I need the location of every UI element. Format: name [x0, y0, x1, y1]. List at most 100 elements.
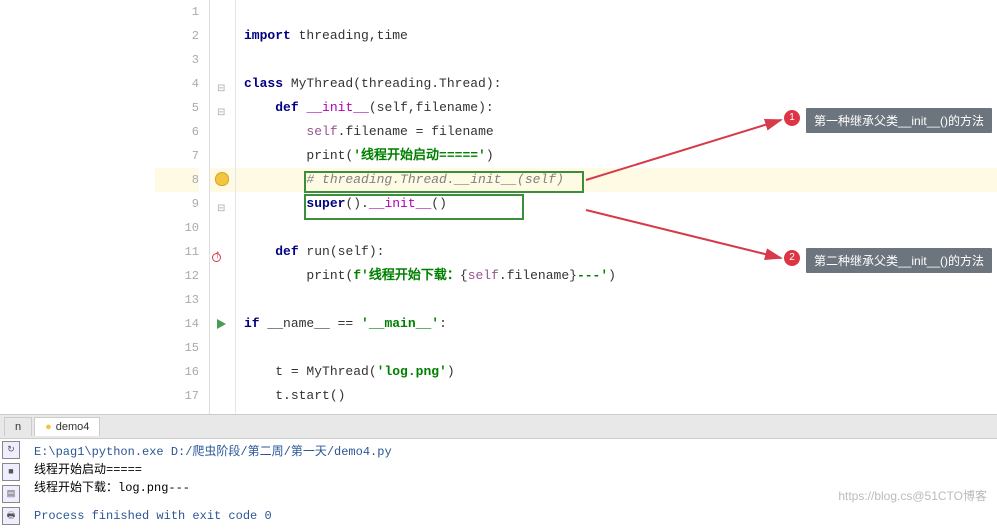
code-line[interactable]: t.start() — [236, 384, 997, 408]
gutter-slot — [210, 336, 235, 360]
callout-2: 2 第二种继承父类__init__()的方法 — [806, 248, 992, 273]
console-command: E:\pag1\python.exe D:/爬虫阶段/第二周/第一天/demo4… — [34, 443, 989, 461]
line-number: 10 — [155, 216, 199, 240]
tab-n[interactable]: n — [4, 417, 32, 436]
tab-label: demo4 — [56, 421, 90, 433]
gutter-slot[interactable]: ⊟ — [210, 192, 235, 216]
line-number: 8 — [155, 168, 199, 192]
layout-icon[interactable]: ▤ — [2, 485, 20, 503]
gutter-slot[interactable] — [210, 240, 235, 264]
callout-text: 第二种继承父类__init__()的方法 — [814, 254, 984, 268]
fstring-prefix: f' — [353, 268, 369, 283]
code-text: t = MyThread( — [275, 364, 376, 379]
line-number: 12 — [155, 264, 199, 288]
keyword: import — [244, 28, 291, 43]
console-output[interactable]: E:\pag1\python.exe D:/爬虫阶段/第二周/第一天/demo4… — [26, 439, 997, 529]
keyword: class — [244, 76, 283, 91]
editor-pane: 1 2 3 4 5 6 7 8 9 10 11 12 13 14 15 16 1… — [0, 0, 997, 415]
code-area[interactable]: import threading,time class MyThread(thr… — [236, 0, 997, 414]
line-number-gutter: 1 2 3 4 5 6 7 8 9 10 11 12 13 14 15 16 1… — [155, 0, 210, 414]
code-line[interactable] — [236, 216, 997, 240]
gutter-slot — [210, 144, 235, 168]
builtin: print — [306, 268, 345, 283]
line-number: 2 — [155, 24, 199, 48]
code-text: t.start() — [275, 388, 345, 403]
code-line[interactable]: class MyThread(threading.Thread): — [236, 72, 997, 96]
code-text: threading,time — [291, 28, 408, 43]
line-number: 9 — [155, 192, 199, 216]
callout-badge-2: 2 — [784, 250, 800, 266]
line-number: 1 — [155, 0, 199, 24]
string: ---' — [577, 268, 608, 283]
string: 'log.png' — [377, 364, 447, 379]
line-number: 3 — [155, 48, 199, 72]
dunder: __init__ — [306, 100, 368, 115]
line-number: 4 — [155, 72, 199, 96]
gutter-slot[interactable] — [210, 312, 235, 336]
code-line[interactable]: super().__init__() — [236, 192, 997, 216]
gutter-icons: ⊟ ⊟ ⊟ — [210, 0, 236, 414]
attr: .filename — [499, 268, 569, 283]
gutter-slot — [210, 360, 235, 384]
watermark: https://blog.cs@51CTO博客 — [838, 487, 987, 504]
gutter-slot — [210, 0, 235, 24]
code-line[interactable] — [236, 0, 997, 24]
line-number: 7 — [155, 144, 199, 168]
line-number: 16 — [155, 360, 199, 384]
gutter-slot — [210, 48, 235, 72]
code-text: .filename = filename — [338, 124, 494, 139]
code-line[interactable] — [236, 288, 997, 312]
op: == — [338, 316, 354, 331]
code-text: ) — [447, 364, 455, 379]
override-icon[interactable] — [214, 243, 224, 259]
keyword: if — [244, 316, 260, 331]
code-text: (self): — [330, 244, 385, 259]
code-line-active[interactable]: # threading.Thread.__init__(self) — [236, 168, 997, 192]
line-number: 15 — [155, 336, 199, 360]
line-number: 6 — [155, 120, 199, 144]
gutter-slot — [210, 24, 235, 48]
line-number: 17 — [155, 384, 199, 408]
code-line[interactable]: print('线程开始启动=====') — [236, 144, 997, 168]
builtin: print — [306, 148, 345, 163]
line-number: 11 — [155, 240, 199, 264]
run-icon[interactable] — [217, 319, 226, 329]
gutter-slot — [210, 120, 235, 144]
stop-icon[interactable]: ■ — [2, 463, 20, 481]
builtin: super — [306, 196, 345, 211]
code-line[interactable]: t = MyThread('log.png') — [236, 360, 997, 384]
keyword: def — [275, 100, 298, 115]
tab-demo4[interactable]: ● demo4 — [34, 417, 100, 436]
code-text: run — [299, 244, 330, 259]
rerun-icon[interactable]: ↻ — [2, 441, 20, 459]
gutter-slot[interactable]: ⊟ — [210, 72, 235, 96]
gutter-slot — [210, 216, 235, 240]
self-kw: self — [306, 124, 337, 139]
comment: # threading.Thread.__init__(self) — [306, 172, 563, 187]
colon: : — [439, 316, 447, 331]
string: '线程开始启动=====' — [353, 148, 486, 163]
callout-1: 1 第一种继承父类__init__()的方法 — [806, 108, 992, 133]
gutter-slot — [210, 384, 235, 408]
code-text: __name__ — [260, 316, 338, 331]
code-line[interactable]: import threading,time — [236, 24, 997, 48]
python-icon: ● — [45, 421, 52, 433]
gutter-slot[interactable]: ⊟ — [210, 96, 235, 120]
string: '__main__' — [353, 316, 439, 331]
console-toolbar: ↻ ■ ▤ 🖶 — [0, 439, 24, 527]
line-number: 5 — [155, 96, 199, 120]
console-line: 线程开始启动===== — [34, 461, 989, 479]
code-line[interactable]: if __name__ == '__main__': — [236, 312, 997, 336]
code-line[interactable] — [236, 336, 997, 360]
gutter-slot — [210, 288, 235, 312]
code-line[interactable] — [236, 48, 997, 72]
gutter-slot — [210, 264, 235, 288]
code-text: MyThread(threading.Thread): — [283, 76, 501, 91]
gutter-slot[interactable] — [210, 168, 235, 192]
code-text: (self,filename): — [369, 100, 494, 115]
brace: } — [569, 268, 577, 283]
lightbulb-icon[interactable] — [215, 172, 229, 186]
dunder: __init__ — [369, 196, 431, 211]
callout-badge-1: 1 — [784, 110, 800, 126]
line-number: 14 — [155, 312, 199, 336]
